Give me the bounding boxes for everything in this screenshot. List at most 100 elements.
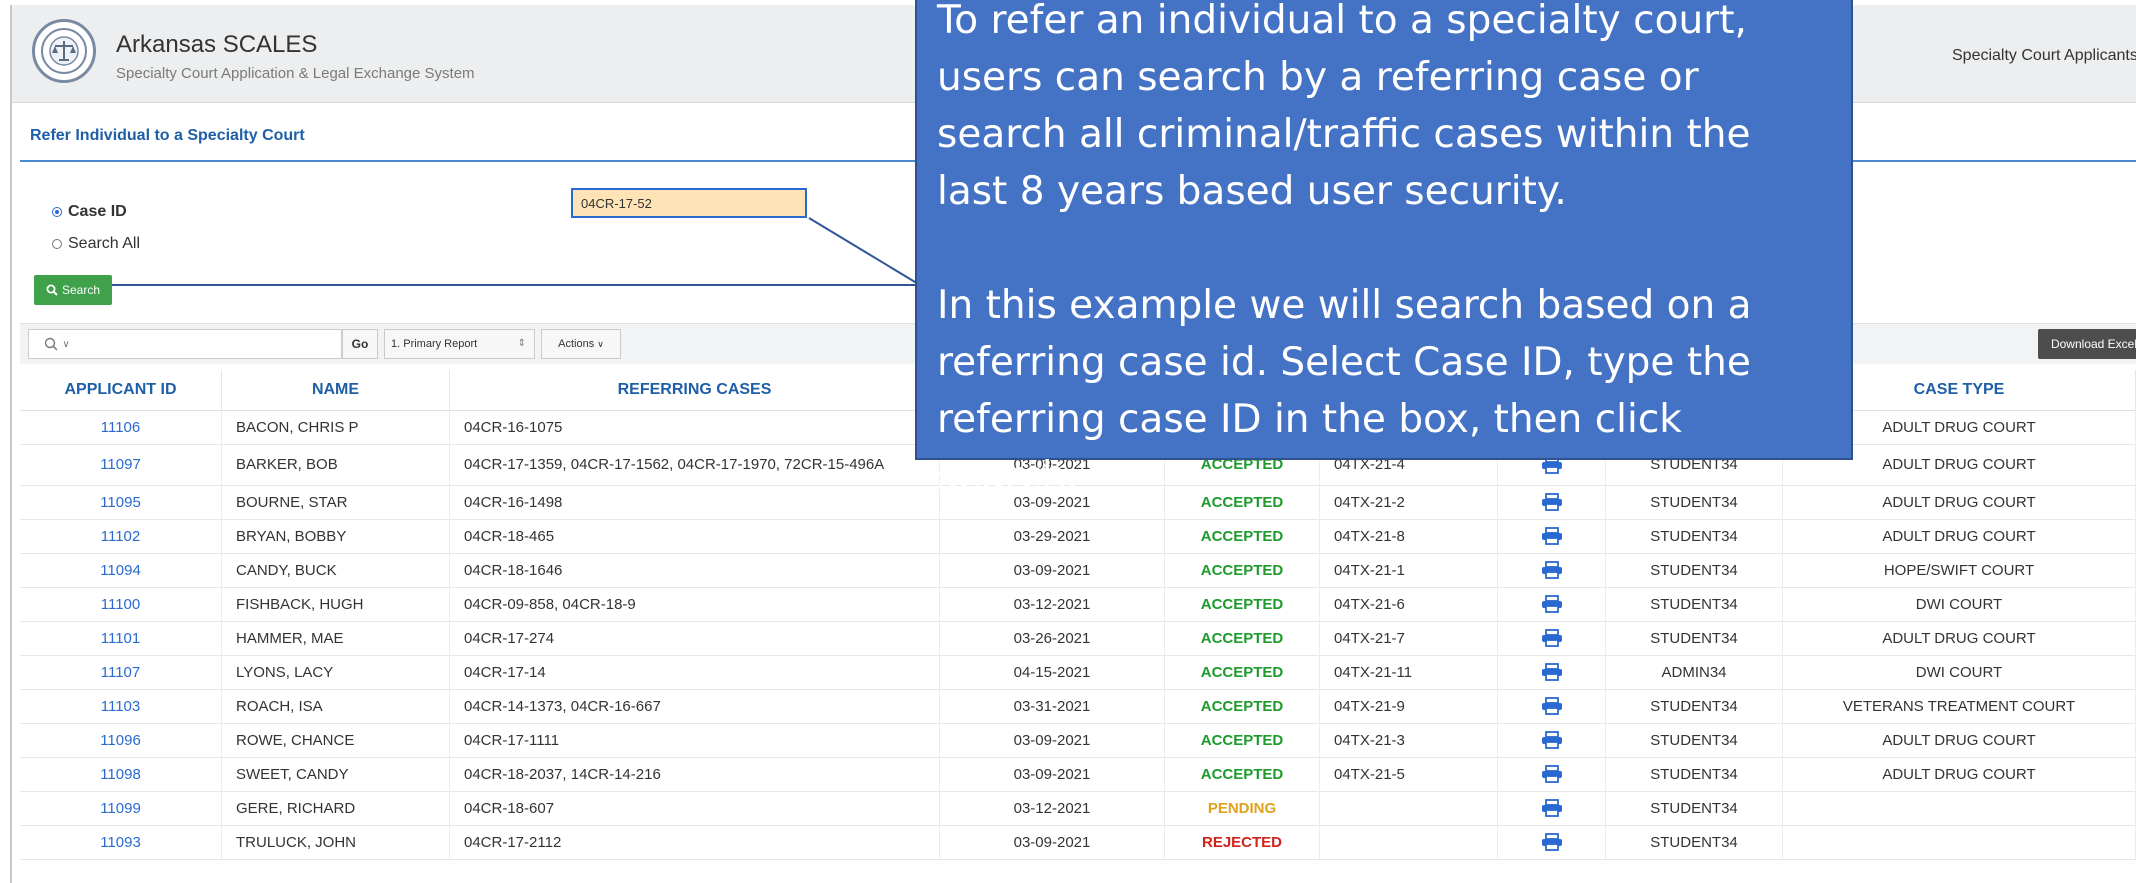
specialty-case-number: 04TX-21-7 [1320, 621, 1498, 655]
applicant-id-link[interactable]: 11097 [20, 444, 222, 485]
table-row: 11101 HAMMER, MAE 04CR-17-274 03-26-2021 ACC… [20, 621, 2136, 656]
print-button[interactable] [1498, 553, 1606, 587]
print-button[interactable] [1498, 825, 1606, 859]
radio-selected-indicator[interactable] [52, 207, 62, 217]
applicant-id-link-text[interactable]: 11096 [100, 732, 141, 749]
applicant-id-link-text[interactable]: 11100 [101, 596, 141, 613]
applicant-id-link-text[interactable]: 11106 [101, 419, 141, 436]
search-button-label: Search [61, 283, 101, 297]
referring-cases-text: 04CR-17-14 [464, 663, 546, 681]
applicant-id-link[interactable]: 11106 [20, 410, 222, 444]
table-row: 11093 TRULUCK, JOHN 04CR-17-2112 03-09-2021… [20, 825, 2136, 860]
specialty-case-number: 04TX-21-5 [1320, 757, 1498, 791]
applicant-id-link-text[interactable]: 11098 [100, 766, 141, 783]
print-button[interactable] [1498, 587, 1606, 621]
callout-paragraph-2: In this example we will search based on … [937, 283, 1752, 499]
referring-cases-text: 04CR-18-607 [464, 799, 555, 817]
column-header-name[interactable]: NAME [222, 370, 450, 410]
go-button[interactable]: Go [342, 329, 378, 359]
applicant-id-link-text[interactable]: 11094 [100, 562, 141, 579]
user-id-text: STUDENT34 [1650, 731, 1738, 749]
applicant-id-link[interactable]: 11093 [20, 825, 222, 859]
instruction-callout: To refer an individual to a specialty co… [915, 0, 1853, 499]
referring-cases: 04CR-17-1111 [450, 723, 940, 757]
nav-specialty-court-applicants[interactable]: Specialty Court Applicants [1952, 47, 2136, 65]
case-id-input[interactable]: 04CR-17-52 [571, 188, 807, 218]
status-badge-text: ACCEPTED [1200, 561, 1284, 579]
print-button[interactable] [1498, 757, 1606, 791]
applicant-id-link[interactable]: 11103 [20, 689, 222, 723]
table-row: 11107 LYONS, LACY 04CR-17-14 04-15-2021 ACCE… [20, 655, 2136, 690]
user-id: STUDENT34 [1606, 621, 1783, 655]
report-search-input[interactable] [85, 329, 342, 359]
actions-menu-button[interactable]: Actions ∨ [541, 329, 621, 359]
radio-search-all[interactable]: Search All [52, 235, 140, 253]
applicant-id-link[interactable]: 11107 [20, 655, 222, 689]
applicant-name-text: GERE, RICHARD [236, 799, 356, 817]
referral-date: 03-09-2021 [940, 553, 1165, 587]
applicant-id-link-text[interactable]: 11099 [100, 800, 141, 817]
referral-date-text: 03-09-2021 [1013, 765, 1091, 783]
applicant-id-link-text[interactable]: 11103 [101, 698, 141, 715]
table-row: 11100 FISHBACK, HUGH 04CR-09-858, 04CR-18-… [20, 587, 2136, 622]
referring-cases: 04CR-18-607 [450, 791, 940, 825]
applicant-id-link-text[interactable]: 11097 [100, 456, 141, 473]
applicant-id-link-text[interactable]: 11093 [100, 834, 141, 851]
specialty-case-number: 04TX-21-1 [1320, 553, 1498, 587]
applicant-id-link[interactable]: 11099 [20, 791, 222, 825]
print-button[interactable] [1498, 655, 1606, 689]
print-button[interactable] [1498, 621, 1606, 655]
case-type: ADULT DRUG COURT [1783, 723, 2136, 757]
print-button[interactable] [1498, 689, 1606, 723]
referral-date: 03-09-2021 [940, 757, 1165, 791]
printer-icon [1541, 697, 1562, 715]
table-row: 11099 GERE, RICHARD 04CR-18-607 03-12-2021 P… [20, 791, 2136, 826]
referring-cases: 04CR-17-2112 [450, 825, 940, 859]
applicant-id-link[interactable]: 11094 [20, 553, 222, 587]
download-excel-button[interactable]: Download Excel [2038, 329, 2136, 359]
applicant-id-link[interactable]: 11100 [20, 587, 222, 621]
referring-cases-text: 04CR-17-1111 [464, 731, 560, 749]
report-select[interactable]: 1. Primary Report ⇕ [384, 329, 535, 359]
applicant-name-text: ROACH, ISA [236, 697, 323, 715]
applicant-id-link[interactable]: 11098 [20, 757, 222, 791]
applicant-id-link[interactable]: 11095 [20, 485, 222, 519]
column-header-applicant-id[interactable]: APPLICANT ID [20, 370, 222, 410]
case-type: ADULT DRUG COURT [1783, 621, 2136, 655]
applicant-id-link-text[interactable]: 11107 [101, 664, 141, 681]
printer-icon [1541, 561, 1562, 579]
actions-label: Actions [558, 338, 595, 350]
applicant-id-link-text[interactable]: 11095 [100, 494, 141, 511]
referral-date: 03-09-2021 [940, 825, 1165, 859]
applicant-id-link[interactable]: 11101 [20, 621, 222, 655]
specialty-case-number-text: 04TX-21-8 [1334, 527, 1405, 545]
status-badge-text: ACCEPTED [1200, 595, 1284, 613]
column-header-referring-cases[interactable]: REFERRING CASES [450, 370, 940, 410]
applicant-id-link[interactable]: 11102 [20, 519, 222, 553]
applicant-name: FISHBACK, HUGH [222, 587, 450, 621]
specialty-case-number [1320, 791, 1498, 825]
specialty-case-number-text: 04TX-21-6 [1334, 595, 1405, 613]
referring-cases-text: 04CR-09-858, 04CR-18-9 [464, 595, 636, 613]
specialty-case-number: 04TX-21-3 [1320, 723, 1498, 757]
applicant-id-link[interactable]: 11096 [20, 723, 222, 757]
print-button[interactable] [1498, 791, 1606, 825]
report-search-column-button[interactable]: ∨ [28, 329, 86, 359]
app-title: Arkansas SCALES [116, 31, 318, 58]
referring-cases-text: 04CR-17-1359, 04CR-17-1562, 04CR-17-1970… [464, 456, 885, 473]
radio-case-id[interactable]: Case ID [52, 203, 127, 221]
app-subtitle: Specialty Court Application & Legal Exch… [116, 65, 475, 82]
radio-unselected-indicator[interactable] [52, 239, 62, 249]
print-button[interactable] [1498, 519, 1606, 553]
applicant-id-link-text[interactable]: 11101 [101, 630, 141, 647]
print-button[interactable] [1498, 723, 1606, 757]
referring-cases-text: 04CR-17-2112 [464, 833, 562, 851]
case-type: HOPE/SWIFT COURT [1783, 553, 2136, 587]
case-type-text: DWI COURT [1915, 595, 2003, 613]
printer-icon [1541, 799, 1562, 817]
search-button[interactable]: Search [34, 275, 112, 305]
referral-date-text: 03-31-2021 [1013, 697, 1091, 715]
applicant-id-link-text[interactable]: 11102 [101, 528, 141, 545]
applicant-name-text: LYONS, LACY [236, 663, 334, 681]
user-id: STUDENT34 [1606, 825, 1783, 859]
